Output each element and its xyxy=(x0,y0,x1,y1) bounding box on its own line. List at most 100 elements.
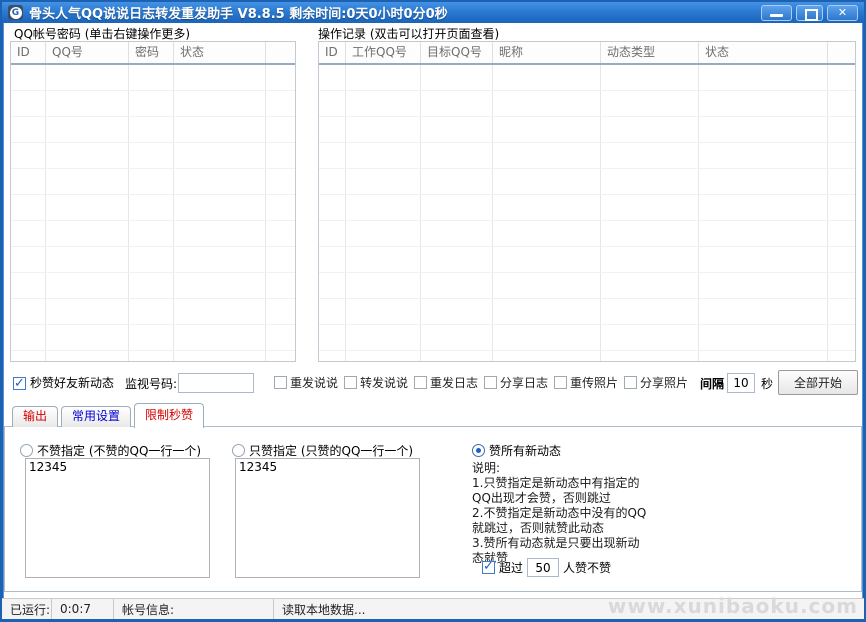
like-all-radio[interactable] xyxy=(472,444,485,457)
table-row[interactable] xyxy=(11,169,295,195)
table-row[interactable] xyxy=(11,325,295,351)
table-row[interactable] xyxy=(11,351,295,362)
maximize-button[interactable] xyxy=(796,5,823,21)
table-cell xyxy=(699,65,828,90)
task-checkbox-item[interactable]: 分享日志 xyxy=(484,374,554,391)
table-cell xyxy=(46,221,129,246)
task-checkbox-label: 转发说说 xyxy=(360,374,408,391)
table-cell xyxy=(129,91,174,116)
only-like-radio-option[interactable]: 只赞指定 (只赞的QQ一行一个) xyxy=(232,442,413,459)
table-cell xyxy=(11,247,46,272)
start-all-button[interactable]: 全部开始 xyxy=(778,370,858,395)
column-header[interactable]: ID xyxy=(11,42,46,63)
table-row[interactable] xyxy=(11,117,295,143)
table-cell xyxy=(319,351,346,362)
task-checkbox-label: 重传照片 xyxy=(570,374,618,391)
task-checkbox-item[interactable]: 重发说说 xyxy=(274,374,344,391)
table-cell xyxy=(266,143,295,168)
table-cell xyxy=(346,221,421,246)
only-like-radio[interactable] xyxy=(232,444,245,457)
table-row[interactable] xyxy=(11,91,295,117)
instant-like-checkbox[interactable] xyxy=(13,377,26,390)
over-limit-input[interactable] xyxy=(527,558,559,577)
table-row[interactable] xyxy=(11,65,295,91)
column-header[interactable] xyxy=(828,42,855,63)
no-like-list-textarea[interactable]: 12345 xyxy=(25,458,210,578)
task-checkbox-item[interactable]: 重发日志 xyxy=(414,374,484,391)
monitor-number-input[interactable] xyxy=(178,373,254,393)
table-row[interactable] xyxy=(319,143,855,169)
table-row[interactable] xyxy=(11,221,295,247)
table-row[interactable] xyxy=(319,65,855,91)
accounts-table-header: IDQQ号密码状态 xyxy=(11,42,295,65)
checkbox-icon[interactable] xyxy=(274,376,287,389)
table-cell xyxy=(319,117,346,142)
no-like-radio-option[interactable]: 不赞指定 (不赞的QQ一行一个) xyxy=(20,442,201,459)
column-header[interactable]: 动态类型 xyxy=(601,42,699,63)
column-header[interactable]: 昵称 xyxy=(493,42,601,63)
table-row[interactable] xyxy=(319,299,855,325)
table-cell xyxy=(493,91,601,116)
table-cell xyxy=(493,169,601,194)
table-cell xyxy=(421,117,493,142)
instant-like-option[interactable]: 秒赞好友新动态 xyxy=(13,374,114,392)
table-row[interactable] xyxy=(319,325,855,351)
column-header[interactable]: 状态 xyxy=(174,42,266,63)
task-checkbox-item[interactable]: 转发说说 xyxy=(344,374,414,391)
accounts-table-body[interactable] xyxy=(11,65,295,362)
table-cell xyxy=(421,221,493,246)
table-cell xyxy=(493,195,601,220)
minimize-button[interactable] xyxy=(761,5,792,21)
tab-output[interactable]: 输出 xyxy=(12,406,58,427)
table-row[interactable] xyxy=(319,221,855,247)
table-row[interactable] xyxy=(319,117,855,143)
only-like-list-textarea[interactable]: 12345 xyxy=(235,458,420,578)
column-header[interactable]: 密码 xyxy=(129,42,174,63)
no-like-radio[interactable] xyxy=(20,444,33,457)
tab-limit-like[interactable]: 限制秒赞 xyxy=(134,403,204,428)
table-cell xyxy=(11,143,46,168)
table-cell xyxy=(11,195,46,220)
column-header[interactable]: ID xyxy=(319,42,346,63)
column-header[interactable]: 目标QQ号 xyxy=(421,42,493,63)
accounts-table[interactable]: IDQQ号密码状态 xyxy=(10,41,296,362)
tab-common-settings[interactable]: 常用设置 xyxy=(61,406,131,427)
column-header[interactable]: 状态 xyxy=(699,42,828,63)
table-cell xyxy=(828,351,855,362)
column-header[interactable] xyxy=(266,42,295,63)
records-table[interactable]: ID工作QQ号目标QQ号昵称动态类型状态 xyxy=(318,41,856,362)
table-cell xyxy=(421,65,493,90)
table-row[interactable] xyxy=(11,247,295,273)
table-cell xyxy=(266,117,295,142)
table-cell xyxy=(828,91,855,116)
table-row[interactable] xyxy=(11,195,295,221)
table-cell xyxy=(346,351,421,362)
column-header[interactable]: QQ号 xyxy=(46,42,129,63)
table-row[interactable] xyxy=(319,91,855,117)
interval-input[interactable] xyxy=(727,373,755,393)
records-table-body[interactable] xyxy=(319,65,855,362)
checkbox-icon[interactable] xyxy=(624,376,637,389)
table-row[interactable] xyxy=(319,169,855,195)
table-row[interactable] xyxy=(11,299,295,325)
task-checkbox-item[interactable]: 分享照片 xyxy=(624,374,694,391)
table-cell xyxy=(601,65,699,90)
column-header[interactable]: 工作QQ号 xyxy=(346,42,421,63)
table-row[interactable] xyxy=(319,247,855,273)
monitor-number-label: 监视号码: xyxy=(125,375,177,393)
table-cell xyxy=(174,247,266,272)
checkbox-icon[interactable] xyxy=(554,376,567,389)
checkbox-icon[interactable] xyxy=(344,376,357,389)
checkbox-icon[interactable] xyxy=(484,376,497,389)
table-row[interactable] xyxy=(319,351,855,362)
close-button[interactable] xyxy=(827,5,858,21)
checkbox-icon[interactable] xyxy=(414,376,427,389)
task-checkbox-item[interactable]: 重传照片 xyxy=(554,374,624,391)
table-row[interactable] xyxy=(11,143,295,169)
table-row[interactable] xyxy=(11,273,295,299)
like-all-radio-option[interactable]: 赞所有新动态 xyxy=(472,442,561,459)
over-limit-checkbox[interactable] xyxy=(482,561,495,574)
table-row[interactable] xyxy=(319,273,855,299)
table-cell xyxy=(319,325,346,350)
table-row[interactable] xyxy=(319,195,855,221)
